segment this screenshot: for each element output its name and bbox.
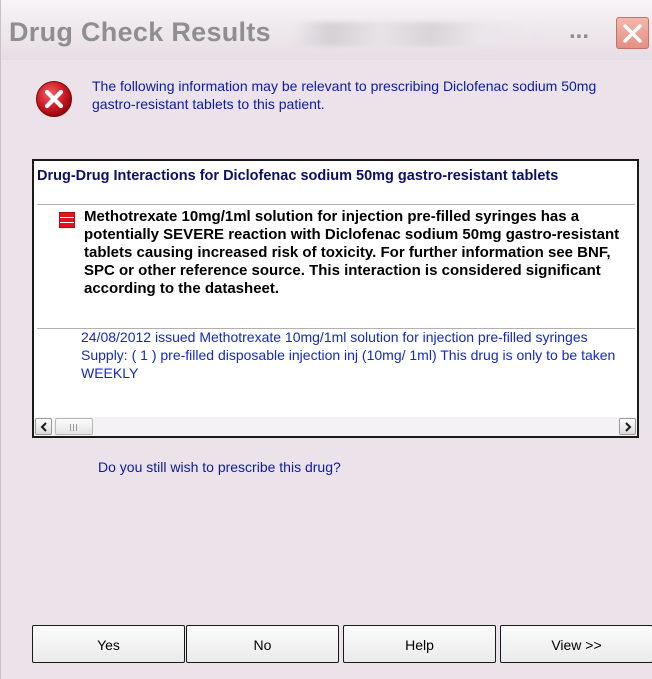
scroll-right-button[interactable] — [619, 418, 636, 435]
drug-check-dialog: Drug Check Results ... The following inf… — [0, 0, 652, 679]
yes-button[interactable]: Yes — [32, 625, 185, 663]
arrow-right-icon — [625, 422, 632, 432]
arrow-left-icon — [40, 422, 47, 432]
close-button[interactable] — [616, 17, 649, 49]
view-button[interactable]: View >> — [500, 625, 652, 663]
warning-message: The following information may be relevan… — [92, 78, 597, 112]
scroll-thumb[interactable] — [55, 418, 93, 435]
window-title: Drug Check Results — [9, 17, 271, 47]
panel-content: Drug-Drug Interactions for Diclofenac so… — [34, 161, 637, 417]
title-bar[interactable]: Drug Check Results ... — [1, 0, 652, 60]
close-icon — [623, 24, 642, 43]
interaction-entry[interactable]: Methotrexate 10mg/1ml solution for injec… — [37, 204, 635, 329]
thumb-grip-line — [73, 424, 74, 431]
title-redacted-area — [293, 22, 543, 46]
title-ellipsis: ... — [569, 17, 590, 44]
error-icon — [36, 81, 72, 117]
scroll-left-button[interactable] — [35, 418, 52, 435]
interaction-header: Drug-Drug Interactions for Diclofenac so… — [37, 168, 559, 184]
thumb-grip-line — [76, 424, 77, 431]
horizontal-scrollbar[interactable] — [34, 417, 637, 436]
interaction-text: Methotrexate 10mg/1ml solution for injec… — [84, 208, 620, 297]
thumb-grip-line — [70, 424, 71, 431]
severe-flag-icon — [59, 212, 75, 228]
confirmation-question: Do you still wish to prescribe this drug… — [98, 459, 341, 475]
help-button[interactable]: Help — [343, 625, 496, 663]
issue-record: 24/08/2012 issued Methotrexate 10mg/1ml … — [81, 329, 616, 381]
no-button[interactable]: No — [186, 625, 339, 663]
drug-interaction-panel[interactable]: Drug-Drug Interactions for Diclofenac so… — [32, 159, 639, 438]
